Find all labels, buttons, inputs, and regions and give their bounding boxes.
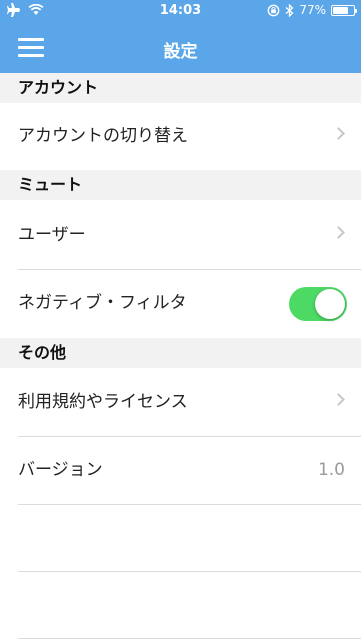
version-row: バージョン 1.0 bbox=[0, 437, 361, 504]
battery-level bbox=[333, 6, 349, 14]
version-label: バージョン bbox=[18, 460, 103, 480]
section-header-account: アカウント bbox=[0, 73, 361, 103]
battery-percentage: 77% bbox=[299, 3, 326, 17]
bluetooth-icon bbox=[285, 3, 294, 17]
section-header-other: その他 bbox=[0, 338, 361, 368]
divider bbox=[18, 638, 361, 639]
rotation-lock-icon bbox=[267, 4, 280, 16]
negative-filter-toggle[interactable] bbox=[289, 287, 347, 321]
negative-filter-label: ネガティブ・フィルタ bbox=[18, 293, 187, 313]
toggle-knob bbox=[315, 289, 345, 319]
negative-filter-row: ネガティブ・フィルタ bbox=[0, 270, 361, 337]
terms-licenses-row[interactable]: 利用規約やライセンス bbox=[0, 369, 361, 436]
divider bbox=[18, 504, 361, 505]
users-label: ユーザー bbox=[18, 225, 86, 245]
navigation-bar: 14:03 77% 設定 bbox=[0, 0, 361, 73]
section-header-mute: ミュート bbox=[0, 170, 361, 200]
terms-licenses-label: 利用規約やライセンス bbox=[18, 392, 188, 412]
chevron-right-icon bbox=[332, 393, 345, 406]
battery-icon bbox=[331, 4, 357, 16]
account-switch-label: アカウントの切り替え bbox=[18, 126, 188, 146]
page-title: 設定 bbox=[163, 42, 198, 62]
account-switch-row[interactable]: アカウントの切り替え bbox=[0, 103, 361, 170]
users-row[interactable]: ユーザー bbox=[0, 202, 361, 269]
divider bbox=[18, 571, 361, 572]
chevron-right-icon bbox=[332, 226, 345, 239]
version-value: 1.0 bbox=[317, 460, 345, 480]
status-bar: 14:03 77% bbox=[0, 0, 361, 22]
chevron-right-icon bbox=[332, 127, 345, 140]
